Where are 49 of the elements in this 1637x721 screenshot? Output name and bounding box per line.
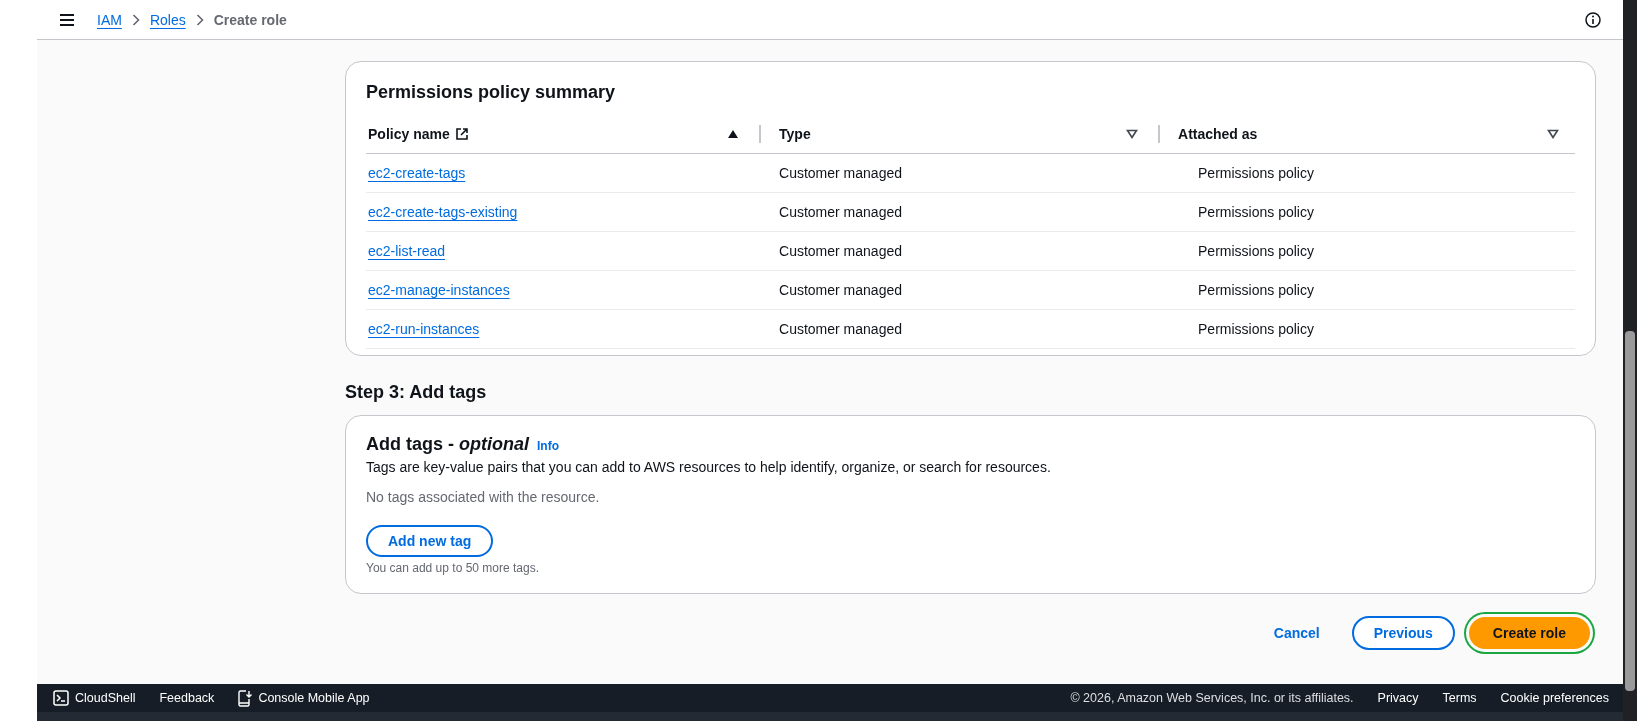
policy-link[interactable]: ec2-list-read xyxy=(368,243,446,259)
table-cell: Customer managed xyxy=(779,243,902,259)
info-icon[interactable] xyxy=(1585,11,1601,28)
sort-icon[interactable] xyxy=(1126,129,1138,139)
table-cell: Customer managed xyxy=(779,321,902,337)
table-cell: Permissions policy xyxy=(1198,282,1314,298)
table-cell: Permissions policy xyxy=(1198,321,1314,337)
cancel-button[interactable]: Cancel xyxy=(1255,619,1338,647)
terminal-icon xyxy=(53,690,69,706)
breadcrumb-current: Create role xyxy=(213,11,287,28)
policy-link[interactable]: ec2-manage-instances xyxy=(368,282,510,298)
menu-icon[interactable] xyxy=(59,12,75,27)
previous-button[interactable]: Previous xyxy=(1351,616,1455,650)
policy-link[interactable]: ec2-create-tags-existing xyxy=(368,204,518,220)
table-cell: Permissions policy xyxy=(1198,243,1314,259)
card-title: Permissions policy summary xyxy=(366,82,617,103)
scrollbar[interactable] xyxy=(1623,0,1637,721)
table-cell: Permissions policy xyxy=(1198,165,1314,181)
footer-link[interactable]: Feedback xyxy=(159,691,215,705)
chevron-right-icon xyxy=(195,13,204,26)
column-header[interactable]: Attached as xyxy=(1178,126,1258,142)
card-title: Add tags - optional xyxy=(366,434,529,455)
footer-link[interactable]: Cookie preferences xyxy=(1500,691,1609,705)
table-cell: Customer managed xyxy=(779,282,902,298)
empty-message: No tags associated with the resource. xyxy=(366,489,601,505)
table-cell: Permissions policy xyxy=(1198,204,1314,220)
footer-link[interactable]: CloudShell xyxy=(53,690,136,706)
footer-link[interactable]: Terms xyxy=(1442,691,1477,705)
policy-link[interactable]: ec2-run-instances xyxy=(368,321,480,337)
description-text: Tags are key-value pairs that you can add to AWS resources to help identify, organize, or search for resources. xyxy=(366,459,1052,475)
breadcrumb-link[interactable]: Roles xyxy=(149,11,186,28)
column-header[interactable]: Type xyxy=(779,126,811,142)
footer-link[interactable]: Privacy xyxy=(1377,691,1419,705)
info-link[interactable]: Info xyxy=(537,439,559,453)
breadcrumb-link[interactable]: IAM xyxy=(97,11,122,28)
limit-note: You can add up to 50 more tags. xyxy=(366,561,540,575)
section-heading: Step 3: Add tags xyxy=(345,382,488,403)
table-cell: Customer managed xyxy=(779,204,902,220)
policy-link[interactable]: ec2-create-tags xyxy=(368,165,466,181)
column-header[interactable]: Policy name xyxy=(368,126,450,142)
phone-download-icon xyxy=(238,689,253,707)
sort-ascending-icon[interactable] xyxy=(727,129,740,139)
sort-icon[interactable] xyxy=(1547,129,1559,139)
chevron-right-icon xyxy=(131,13,140,26)
table-cell: Customer managed xyxy=(779,165,902,181)
external-link-icon[interactable] xyxy=(455,128,468,140)
footer-link[interactable]: Console Mobile App xyxy=(238,689,370,707)
copyright-text: © 2026, Amazon Web Services, Inc. or its affiliates. xyxy=(1070,691,1354,705)
add-tag-button[interactable]: Add new tag xyxy=(366,525,494,557)
